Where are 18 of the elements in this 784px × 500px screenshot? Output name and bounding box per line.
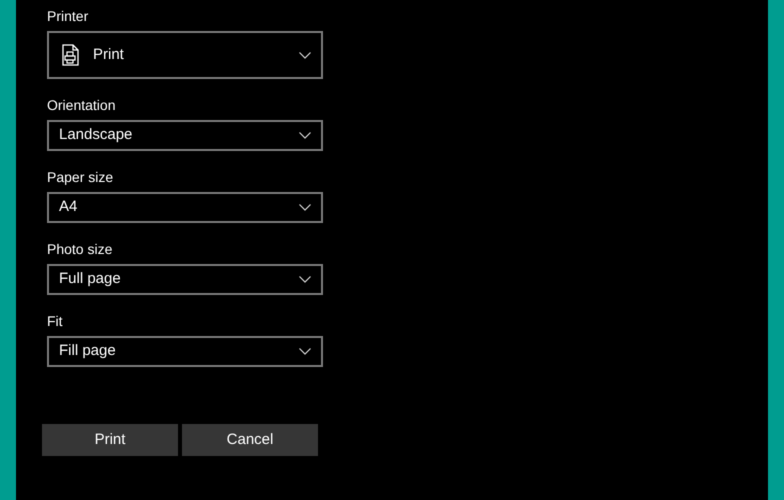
cancel-button[interactable]: Cancel (182, 424, 318, 456)
dropdown[interactable]: Landscape (47, 120, 323, 151)
dropdown[interactable]: Print (47, 31, 323, 79)
printer-document-icon (62, 44, 79, 66)
field-label: Photo size (47, 240, 114, 259)
dropdown[interactable]: Full page (47, 264, 323, 295)
dropdown[interactable]: A4 (47, 192, 323, 223)
chevron-down-icon (299, 276, 311, 283)
field-label: Fit (47, 312, 64, 331)
field-label: Paper size (47, 168, 114, 187)
chevron-down-icon (299, 132, 311, 139)
print-button[interactable]: Print (42, 424, 178, 456)
dropdown[interactable]: Fill page (47, 336, 323, 367)
chevron-down-icon (299, 348, 311, 355)
field-label: Orientation (47, 96, 116, 115)
chevron-down-icon (299, 52, 311, 58)
chevron-down-icon (299, 204, 311, 211)
field-label: Printer (47, 7, 90, 26)
